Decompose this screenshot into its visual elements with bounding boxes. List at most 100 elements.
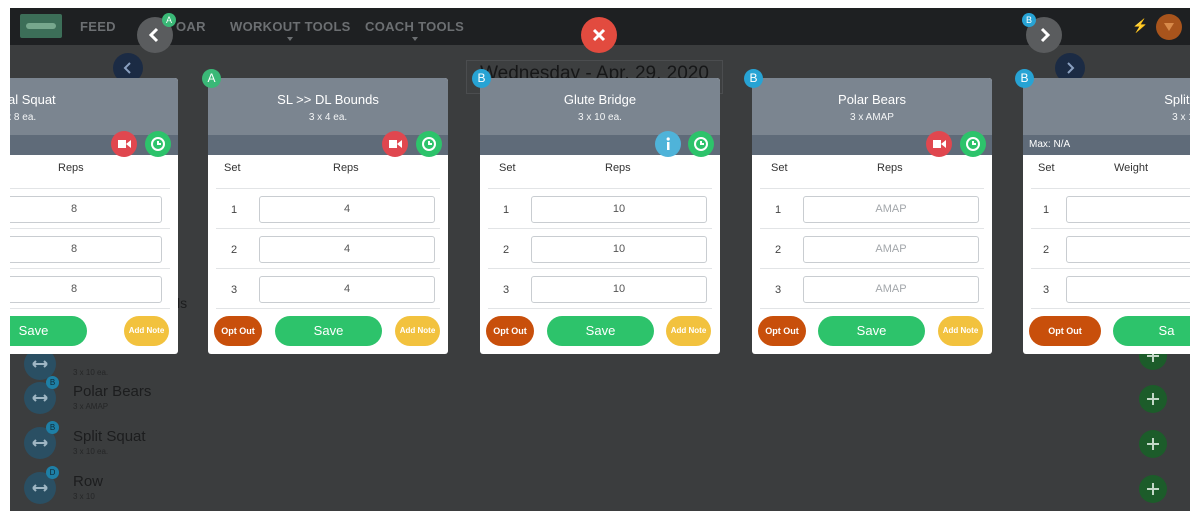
info-icon <box>666 137 670 150</box>
card-header: Split S 3 x 1 <box>1023 78 1190 135</box>
row-divider <box>488 228 712 229</box>
set-number: 2 <box>775 244 782 256</box>
add-exercise-button[interactable] <box>1139 430 1167 458</box>
set-number: 1 <box>1043 204 1050 216</box>
exercise-name: Lateral Squat <box>10 92 56 107</box>
info-button[interactable] <box>655 131 681 157</box>
card-toolbar <box>480 135 720 155</box>
history-button[interactable] <box>145 131 171 157</box>
group-badge: B <box>46 376 59 389</box>
save-button[interactable]: Sa <box>1113 316 1190 346</box>
history-button[interactable] <box>416 131 442 157</box>
list-item[interactable]: B Polar Bears 3 x AMAP <box>24 376 424 416</box>
lightning-icon[interactable]: ⚡ <box>1132 18 1148 34</box>
save-button[interactable]: Save <box>275 316 382 346</box>
app-logo[interactable] <box>20 14 62 38</box>
chevron-left-icon <box>123 62 131 74</box>
list-item[interactable]: D Row 3 x 10 <box>24 466 424 506</box>
row-divider <box>216 268 440 269</box>
column-header-reps: Reps <box>605 162 631 174</box>
reps-input[interactable]: 8 <box>10 236 162 263</box>
card-toolbar <box>752 135 992 155</box>
opt-out-button[interactable]: Opt Out <box>214 316 262 346</box>
video-icon <box>933 140 946 148</box>
card-toolbar: Max: N/A <box>1023 135 1190 155</box>
weight-input[interactable] <box>1066 236 1190 263</box>
row-divider <box>216 308 440 309</box>
opt-out-button[interactable]: Opt Out <box>1029 316 1101 346</box>
card-header: Polar Bears 3 x AMAP <box>752 78 992 135</box>
add-note-button[interactable]: Add Note <box>124 316 169 346</box>
column-header-set: Set <box>224 162 241 174</box>
weight-input[interactable] <box>1066 196 1190 223</box>
opt-out-button[interactable]: Opt Out <box>486 316 534 346</box>
exercise-prescription: 3 x 8 ea. <box>10 112 37 123</box>
history-icon <box>694 137 708 151</box>
column-header-set: Set <box>499 162 516 174</box>
nav-coach-tools[interactable]: COACH TOOLS <box>365 19 464 41</box>
row-divider <box>760 188 984 189</box>
exercise-card: SL >> DL Bounds 3 x 4 ea. Set Reps 1 4 2… <box>202 69 448 354</box>
chevron-down-icon <box>411 37 418 41</box>
history-icon <box>151 137 165 151</box>
video-button[interactable] <box>926 131 952 157</box>
chevron-down-icon <box>287 37 294 41</box>
row-divider <box>488 308 712 309</box>
reps-input[interactable]: 4 <box>259 276 435 303</box>
history-button[interactable] <box>688 131 714 157</box>
group-badge: B <box>46 421 59 434</box>
reps-input[interactable]: 10 <box>531 196 707 223</box>
nav-feed[interactable]: FEED <box>80 19 116 34</box>
nav-workout-tools[interactable]: WORKOUT TOOLS <box>230 19 351 41</box>
card-header: Lateral Squat 3 x 8 ea. <box>10 78 178 135</box>
reps-input[interactable]: AMAP <box>803 196 979 223</box>
video-icon <box>118 140 131 148</box>
add-exercise-button[interactable] <box>1139 475 1167 503</box>
save-button[interactable]: Save <box>547 316 654 346</box>
card-toolbar <box>208 135 448 155</box>
set-number: 3 <box>1043 284 1050 296</box>
close-button[interactable] <box>581 17 617 53</box>
column-header-weight: Weight <box>1114 162 1149 174</box>
reps-input[interactable]: 4 <box>259 236 435 263</box>
row-divider <box>488 188 712 189</box>
reps-input[interactable]: 4 <box>259 196 435 223</box>
reps-input[interactable]: AMAP <box>803 236 979 263</box>
column-header-set: Set <box>1038 162 1055 174</box>
reps-input[interactable]: AMAP <box>803 276 979 303</box>
save-button[interactable]: Save <box>818 316 925 346</box>
video-button[interactable] <box>382 131 408 157</box>
add-note-button[interactable]: Add Note <box>938 316 983 346</box>
opt-out-button[interactable]: Opt Out <box>758 316 806 346</box>
group-badge: B <box>1015 69 1034 88</box>
row-divider <box>1031 228 1190 229</box>
add-exercise-button[interactable] <box>1139 385 1167 413</box>
set-number: 1 <box>775 204 782 216</box>
group-badge: A <box>202 69 221 88</box>
set-number: 1 <box>231 204 238 216</box>
group-badge: D <box>46 466 59 479</box>
row-divider <box>216 228 440 229</box>
nav-oar[interactable]: OAR <box>176 19 206 34</box>
add-note-button[interactable]: Add Note <box>395 316 440 346</box>
set-number: 2 <box>231 244 238 256</box>
exercise-prescription: 3 x 10 ea. <box>578 112 622 123</box>
set-number: 2 <box>503 244 510 256</box>
weight-input[interactable] <box>1066 276 1190 303</box>
exercise-prescription: 3 x AMAP <box>850 112 894 123</box>
exercise-name: SL >> DL Bounds <box>277 92 379 107</box>
row-divider <box>10 228 170 229</box>
reps-input[interactable]: 8 <box>10 276 162 303</box>
video-button[interactable] <box>111 131 137 157</box>
card-header: Glute Bridge 3 x 10 ea. <box>480 78 720 135</box>
list-item[interactable]: B Split Squat 3 x 10 ea. <box>24 421 424 461</box>
avatar[interactable] <box>1156 14 1182 40</box>
reps-input[interactable]: 10 <box>531 276 707 303</box>
add-note-button[interactable]: Add Note <box>666 316 711 346</box>
close-icon <box>592 28 606 42</box>
reps-input[interactable]: 10 <box>531 236 707 263</box>
save-button[interactable]: Save <box>10 316 87 346</box>
reps-input[interactable]: 8 <box>10 196 162 223</box>
history-button[interactable] <box>960 131 986 157</box>
column-header-reps: Reps <box>58 162 84 174</box>
